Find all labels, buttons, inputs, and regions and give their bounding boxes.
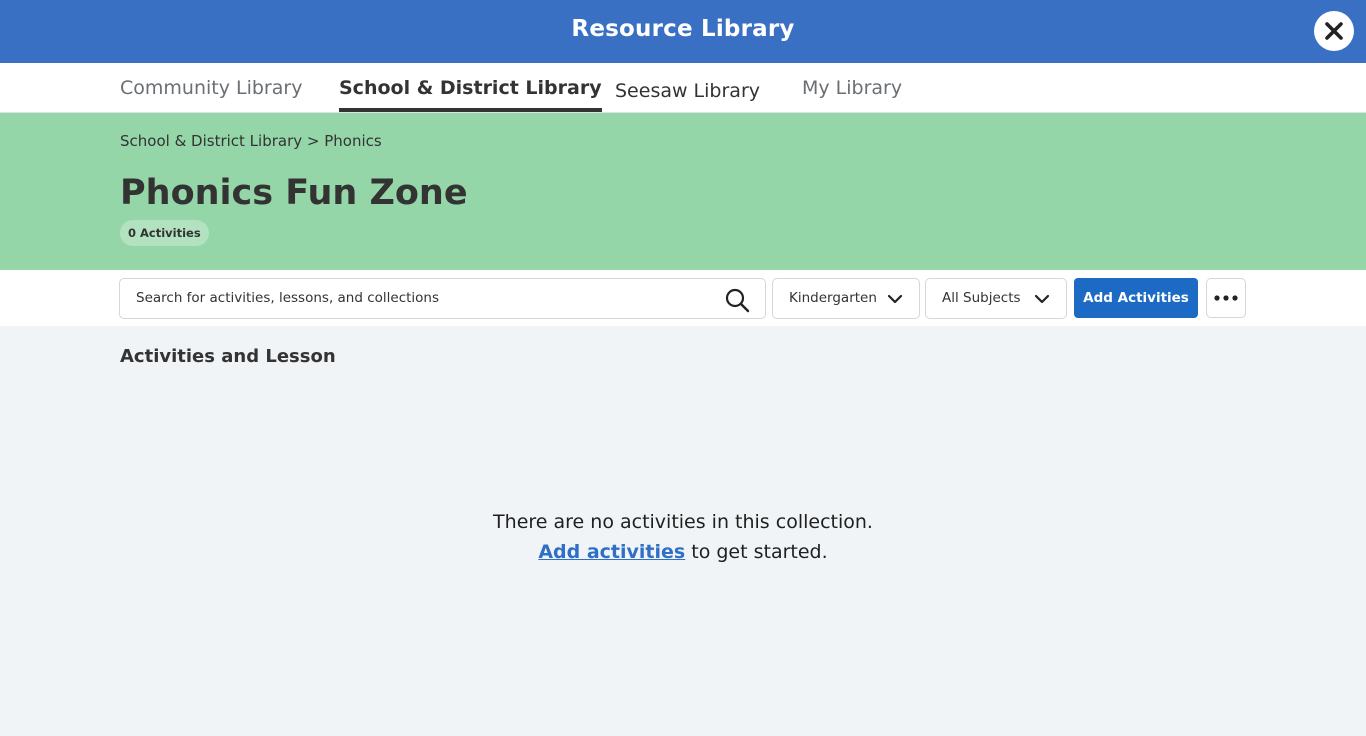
empty-state-message: There are no activities in this collecti…	[493, 511, 873, 533]
empty-state-suffix: to get started.	[685, 541, 828, 563]
search-placeholder: Search for activities, lessons, and coll…	[136, 290, 440, 306]
chevron-down-icon	[887, 294, 903, 304]
activity-count-badge: 0 Activities	[120, 220, 209, 246]
subject-select-value: All Subjects	[942, 290, 1021, 306]
more-options-button[interactable]	[1206, 278, 1246, 318]
library-tabs: Community Library School & District Libr…	[0, 63, 1366, 113]
collection-title: Phonics Fun Zone	[120, 173, 468, 213]
subject-select[interactable]: All Subjects	[925, 278, 1067, 319]
more-icon	[1214, 295, 1238, 301]
top-bar: Resource Library	[0, 0, 1366, 63]
close-icon	[1325, 22, 1343, 40]
search-icon[interactable]	[724, 287, 750, 313]
close-button[interactable]	[1314, 11, 1354, 51]
filter-toolbar: Search for activities, lessons, and coll…	[0, 270, 1366, 326]
tab-my-library[interactable]: My Library	[802, 63, 902, 113]
breadcrumb: School & District Library > Phonics	[120, 132, 382, 150]
grade-select[interactable]: Kindergarten	[772, 278, 920, 319]
empty-state-cta: Add activities to get started.	[0, 541, 1366, 563]
add-activities-button[interactable]: Add Activities	[1074, 278, 1198, 318]
tab-school-district-library[interactable]: School & District Library	[339, 63, 602, 113]
search-input[interactable]: Search for activities, lessons, and coll…	[119, 278, 766, 319]
page-header-title: Resource Library	[571, 16, 795, 42]
add-activities-link[interactable]: Add activities	[538, 541, 685, 563]
section-title: Activities and Lesson	[120, 346, 336, 367]
collection-header: School & District Library > Phonics Phon…	[0, 113, 1366, 270]
grade-select-value: Kindergarten	[789, 290, 877, 306]
tab-community-library[interactable]: Community Library	[120, 63, 302, 113]
chevron-down-icon	[1034, 294, 1050, 304]
tab-seesaw-library[interactable]: Seesaw Library	[615, 66, 760, 116]
